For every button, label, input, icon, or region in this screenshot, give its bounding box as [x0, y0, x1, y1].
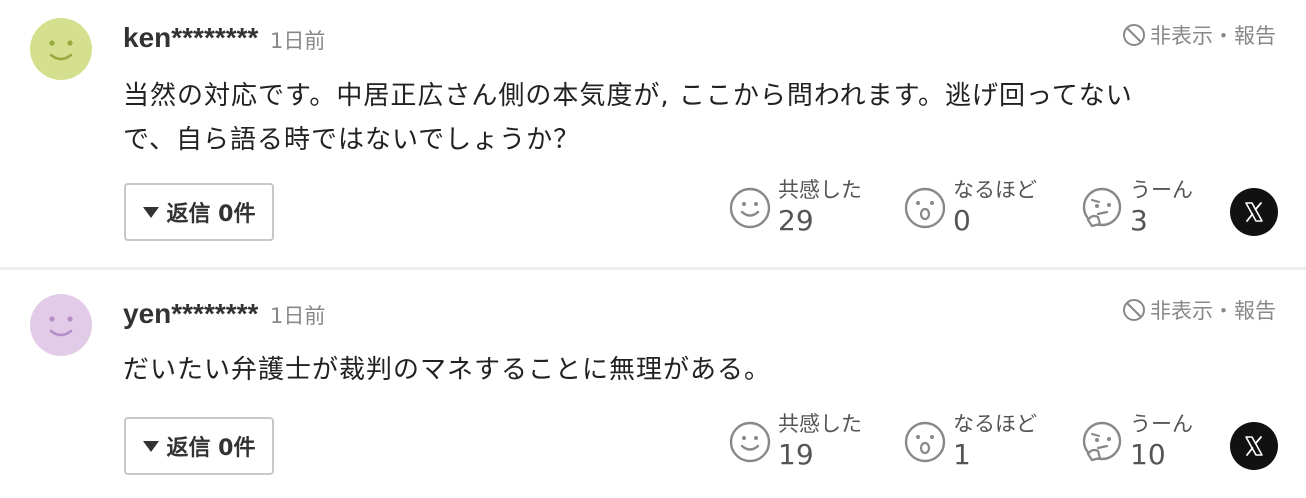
smile-icon — [728, 186, 772, 230]
share-x-button[interactable] — [1230, 422, 1278, 470]
prohibited-icon — [1122, 298, 1146, 322]
reply-button[interactable]: 返信 0件 — [124, 183, 274, 241]
hide-report-label: 非表示・報告 — [1150, 24, 1276, 48]
reaction-label: うーん — [1130, 412, 1193, 436]
reaction-hmm[interactable]: うーん 10 — [1080, 414, 1193, 469]
reply-label: 返信 0件 — [166, 436, 256, 461]
share-x-button[interactable] — [1230, 188, 1278, 236]
hide-report-label: 非表示・報告 — [1150, 299, 1276, 323]
comment-body-line: で、自ら語る時ではないでしょうか？ — [123, 125, 581, 155]
reaction-count: 10 — [1130, 438, 1166, 471]
reaction-count: 1 — [953, 438, 971, 471]
thinking-icon — [1080, 186, 1124, 230]
username[interactable]: yen******** — [123, 298, 258, 330]
smile-icon — [728, 420, 772, 464]
surprised-icon — [903, 186, 947, 230]
hide-report-link[interactable]: 非表示・報告 — [1122, 295, 1276, 325]
caret-down-icon — [142, 440, 159, 452]
reaction-label: なるほど — [953, 412, 1037, 436]
reaction-hmm[interactable]: うーん 3 — [1080, 180, 1193, 235]
reaction-label: 共感した — [778, 412, 862, 436]
reaction-insight[interactable]: なるほど 1 — [903, 414, 1037, 469]
reaction-empathy[interactable]: 共感した 19 — [728, 414, 862, 469]
reply-button[interactable]: 返信 0件 — [124, 417, 274, 475]
comment-body-line: 当然の対応です。中居正広さん側の本気度が, ここから問われます。逃げ回ってない — [123, 81, 1133, 111]
reply-label: 返信 0件 — [166, 202, 256, 227]
comment-body: 当然の対応です。中居正広さん側の本気度が, ここから問われます。逃げ回ってない … — [123, 74, 1243, 162]
reaction-count: 29 — [778, 204, 814, 237]
avatar — [30, 18, 92, 80]
reaction-label: うーん — [1130, 178, 1193, 202]
surprised-icon — [903, 420, 947, 464]
hide-report-link[interactable]: 非表示・報告 — [1122, 20, 1276, 50]
reaction-count: 19 — [778, 438, 814, 471]
comment-body: だいたい弁護士が裁判のマネすることに無理がある。 — [123, 348, 1243, 392]
prohibited-icon — [1122, 23, 1146, 47]
caret-down-icon — [142, 206, 159, 218]
post-time: 1日前 — [270, 29, 326, 53]
username[interactable]: ken******** — [123, 22, 258, 54]
comment-item: ken******** 1日前 非表示・報告 当然の対応です。中居正広さん側の本… — [0, 0, 1306, 268]
reaction-label: なるほど — [953, 178, 1037, 202]
avatar — [30, 294, 92, 356]
reaction-insight[interactable]: なるほど 0 — [903, 180, 1037, 235]
thinking-icon — [1080, 420, 1124, 464]
comment-item: yen******** 1日前 非表示・報告 だいたい弁護士が裁判のマネすること… — [0, 270, 1306, 498]
reaction-count: 0 — [953, 204, 971, 237]
comment-body-line: だいたい弁護士が裁判のマネすることに無理がある。 — [123, 355, 772, 385]
reaction-count: 3 — [1130, 204, 1148, 237]
reaction-label: 共感した — [778, 178, 862, 202]
post-time: 1日前 — [270, 304, 326, 328]
x-logo-icon — [1242, 200, 1266, 224]
x-logo-icon — [1242, 434, 1266, 458]
reaction-empathy[interactable]: 共感した 29 — [728, 180, 862, 235]
